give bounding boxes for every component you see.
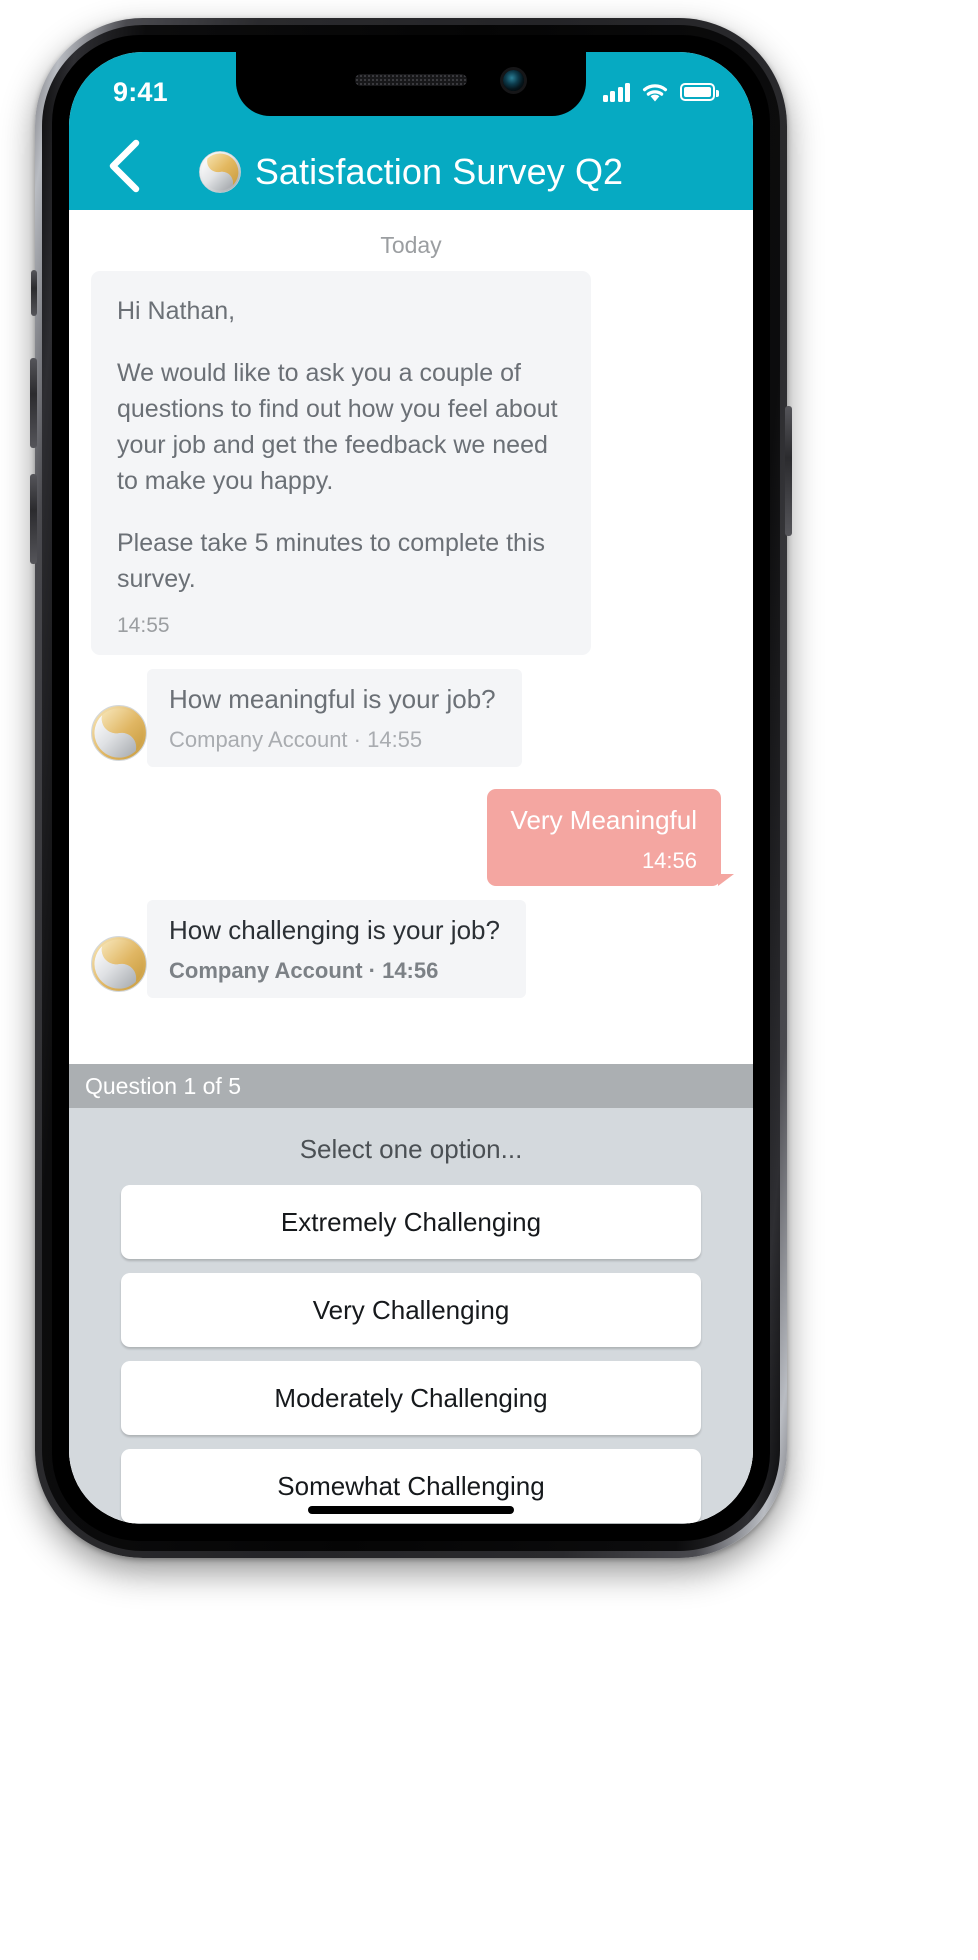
question-2-bubble: How challenging is your job? Company Acc… <box>147 900 526 999</box>
phone-screen: Satisfaction Survey Q2 9:41 Today Hi Nat… <box>69 52 753 1524</box>
answer-1-timestamp: 14:56 <box>641 848 697 874</box>
intro-greeting: Hi Nathan, <box>117 297 236 325</box>
cellular-signal-icon <box>602 82 630 102</box>
volume-down-button[interactable] <box>30 474 37 564</box>
question-1-meta: Company Account · 14:55 <box>169 727 423 753</box>
company-avatar-icon <box>91 936 147 993</box>
phone-bezel: Satisfaction Survey Q2 9:41 Today Hi Nat… <box>52 35 770 1541</box>
status-clock: 9:41 <box>113 76 168 107</box>
phone-device: Satisfaction Survey Q2 9:41 Today Hi Nat… <box>30 18 792 1558</box>
question-counter: Question 1 of 5 <box>69 1064 753 1108</box>
question-2-meta: Company Account · 14:56 <box>169 958 439 984</box>
intro-timestamp: 14:55 <box>117 614 170 637</box>
home-indicator[interactable] <box>308 1506 514 1514</box>
mute-switch[interactable] <box>31 270 37 316</box>
intro-message-bubble: Hi Nathan, We would like to ask you a co… <box>91 271 591 656</box>
answer-1-bubble: Very Meaningful 14:56 <box>486 789 735 887</box>
question-1-text: How meaningful is your job? <box>169 684 496 715</box>
company-avatar-icon <box>91 705 147 762</box>
option-button[interactable]: Extremely Challenging <box>121 1185 701 1259</box>
answer-1-text: Very Meaningful <box>510 805 697 836</box>
question-1-row: How meaningful is your job? Company Acco… <box>91 669 731 768</box>
nav-title-group: Satisfaction Survey Q2 <box>69 151 753 193</box>
volume-up-button[interactable] <box>30 358 37 448</box>
front-camera-icon <box>503 70 524 91</box>
day-separator: Today <box>380 232 442 258</box>
question-1-bubble: How meaningful is your job? Company Acco… <box>147 669 522 768</box>
intro-body: We would like to ask you a couple of que… <box>117 359 558 495</box>
back-chevron-icon <box>109 139 140 193</box>
question-2-row: How challenging is your job? Company Acc… <box>91 900 731 999</box>
answer-panel: Question 1 of 5 Select one option... Ext… <box>69 1064 753 1524</box>
option-list: Extremely Challenging Very Challenging M… <box>69 1185 753 1523</box>
back-button[interactable] <box>93 136 153 196</box>
option-button[interactable]: Moderately Challenging <box>121 1361 701 1435</box>
wifi-icon <box>642 83 668 101</box>
power-button[interactable] <box>785 406 792 536</box>
intro-closing: Please take 5 minutes to complete this s… <box>117 529 546 593</box>
option-button[interactable]: Very Challenging <box>121 1273 701 1347</box>
company-logo-icon <box>198 151 241 193</box>
earpiece-speaker <box>355 74 467 86</box>
battery-full-icon <box>680 83 719 101</box>
phone-notch <box>236 52 586 116</box>
select-hint: Select one option... <box>299 1134 523 1164</box>
status-icons <box>602 82 719 103</box>
question-2-text: How challenging is your job? <box>169 915 500 946</box>
answer-1-row: Very Meaningful 14:56 <box>91 789 735 887</box>
page-title: Satisfaction Survey Q2 <box>254 151 624 192</box>
